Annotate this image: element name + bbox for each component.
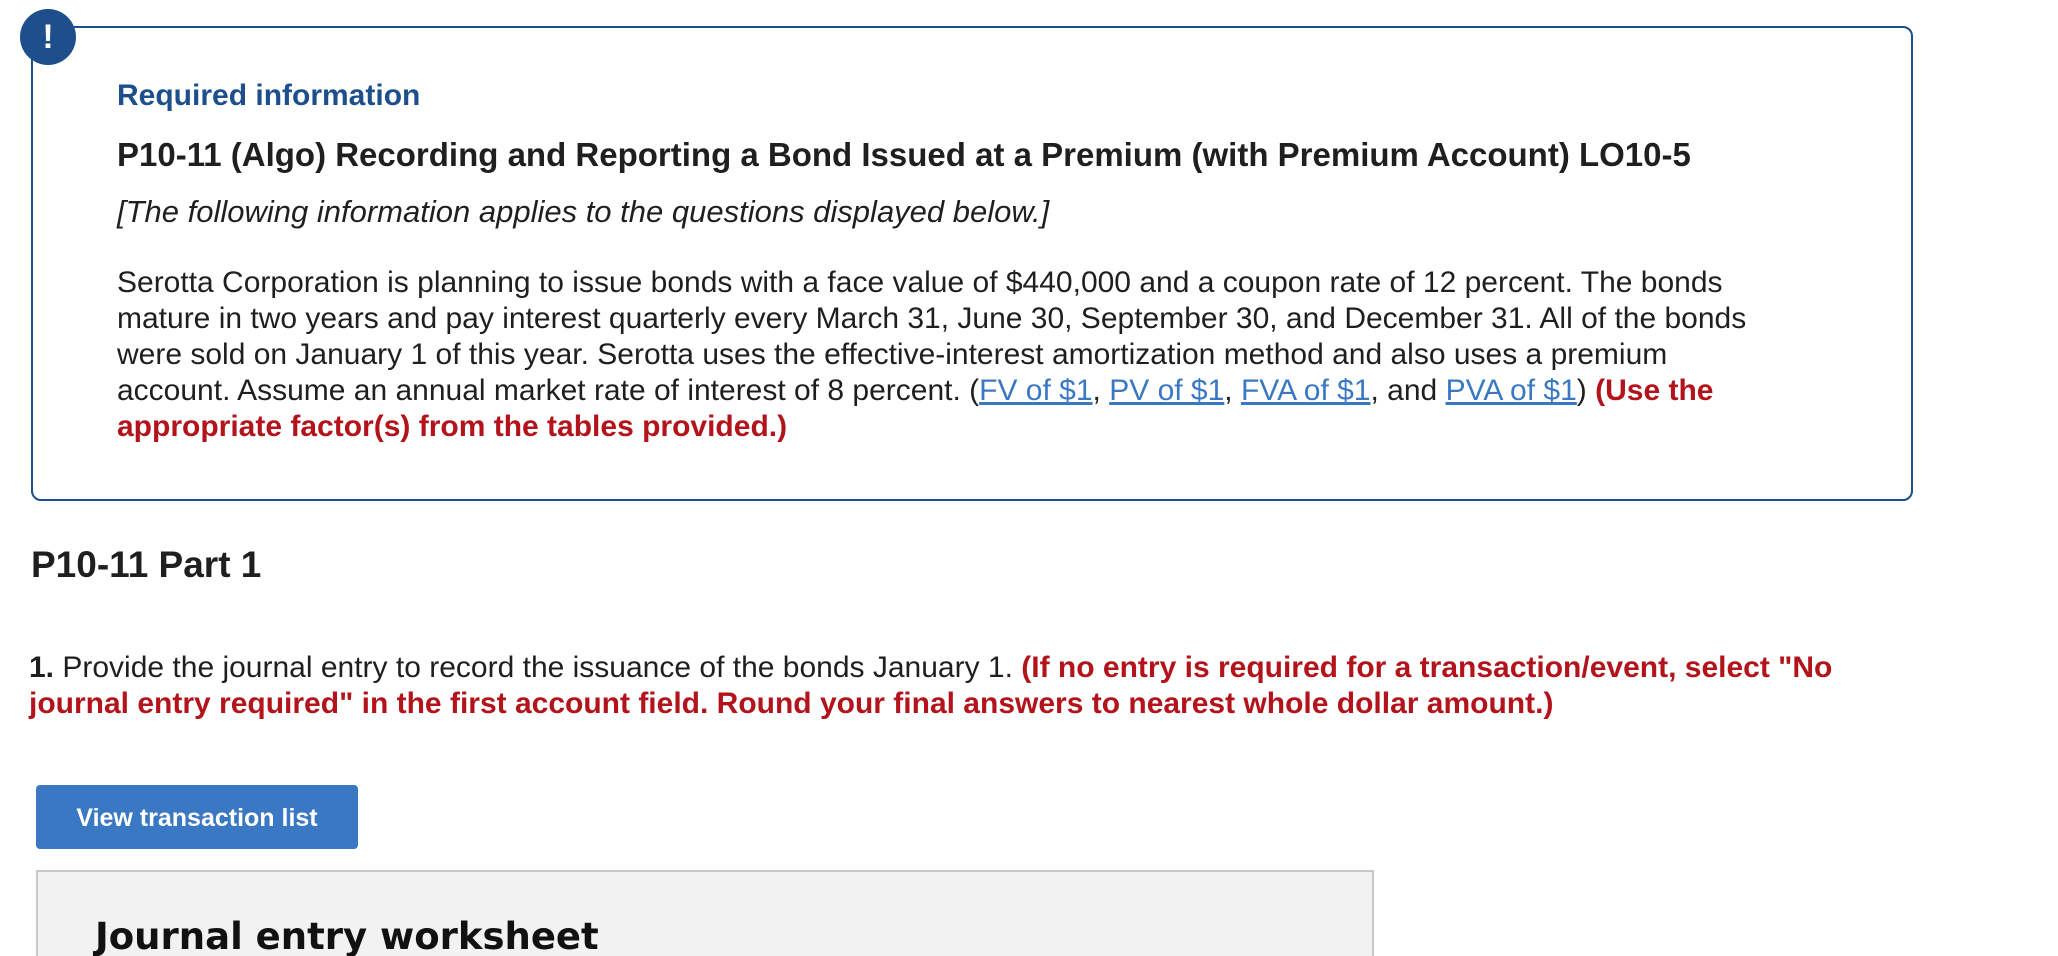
question-number: 1.	[29, 651, 55, 684]
scenario-line-prefix: account. Assume an annual market rate of…	[117, 374, 980, 407]
factor-instruction-continued: appropriate factor(s) from the tables pr…	[117, 410, 788, 443]
fv-table-link[interactable]: FV of $1	[979, 374, 1092, 407]
pva-table-link[interactable]: PVA of $1	[1446, 374, 1577, 407]
question-text: Provide the journal entry to record the …	[54, 651, 1022, 684]
question-instruction: (If no entry is required for a transacti…	[1021, 651, 1833, 684]
required-information-label: Required information	[117, 79, 421, 112]
part-heading: P10-11 Part 1	[31, 544, 262, 585]
scenario-line: Serotta Corporation is planning to issue…	[117, 266, 1723, 299]
alert-icon: !	[20, 9, 76, 65]
exclamation-icon: !	[42, 18, 54, 56]
worksheet-title: Journal entry worksheet	[95, 915, 599, 956]
view-transaction-list-button[interactable]: View transaction list	[36, 785, 358, 849]
question-line: 1. Provide the journal entry to record t…	[29, 650, 1989, 686]
scenario-line: mature in two years and pay interest qua…	[117, 302, 1747, 335]
link-separator: ,	[1092, 374, 1110, 407]
applies-note: [The following information applies to th…	[117, 194, 1050, 229]
factor-instruction: (Use the	[1595, 374, 1714, 407]
link-separator: , and	[1370, 374, 1446, 407]
fva-table-link[interactable]: FVA of $1	[1241, 374, 1371, 407]
problem-title: P10-11 (Algo) Recording and Reporting a …	[117, 136, 1691, 173]
question-1: 1. Provide the journal entry to record t…	[29, 650, 1989, 722]
page: ! Required information P10-11 (Algo) Rec…	[0, 0, 2058, 956]
journal-entry-worksheet-panel: Journal entry worksheet	[36, 870, 1374, 956]
scenario-line: were sold on January 1 of this year. Ser…	[117, 338, 1668, 371]
link-separator: ,	[1224, 374, 1241, 407]
pv-table-link[interactable]: PV of $1	[1109, 374, 1224, 407]
links-close-paren: )	[1576, 374, 1596, 407]
scenario-text: Serotta Corporation is planning to issue…	[117, 265, 1887, 445]
question-instruction-continued: journal entry required" in the first acc…	[29, 687, 1554, 720]
scenario-line-with-links: account. Assume an annual market rate of…	[117, 373, 1887, 409]
